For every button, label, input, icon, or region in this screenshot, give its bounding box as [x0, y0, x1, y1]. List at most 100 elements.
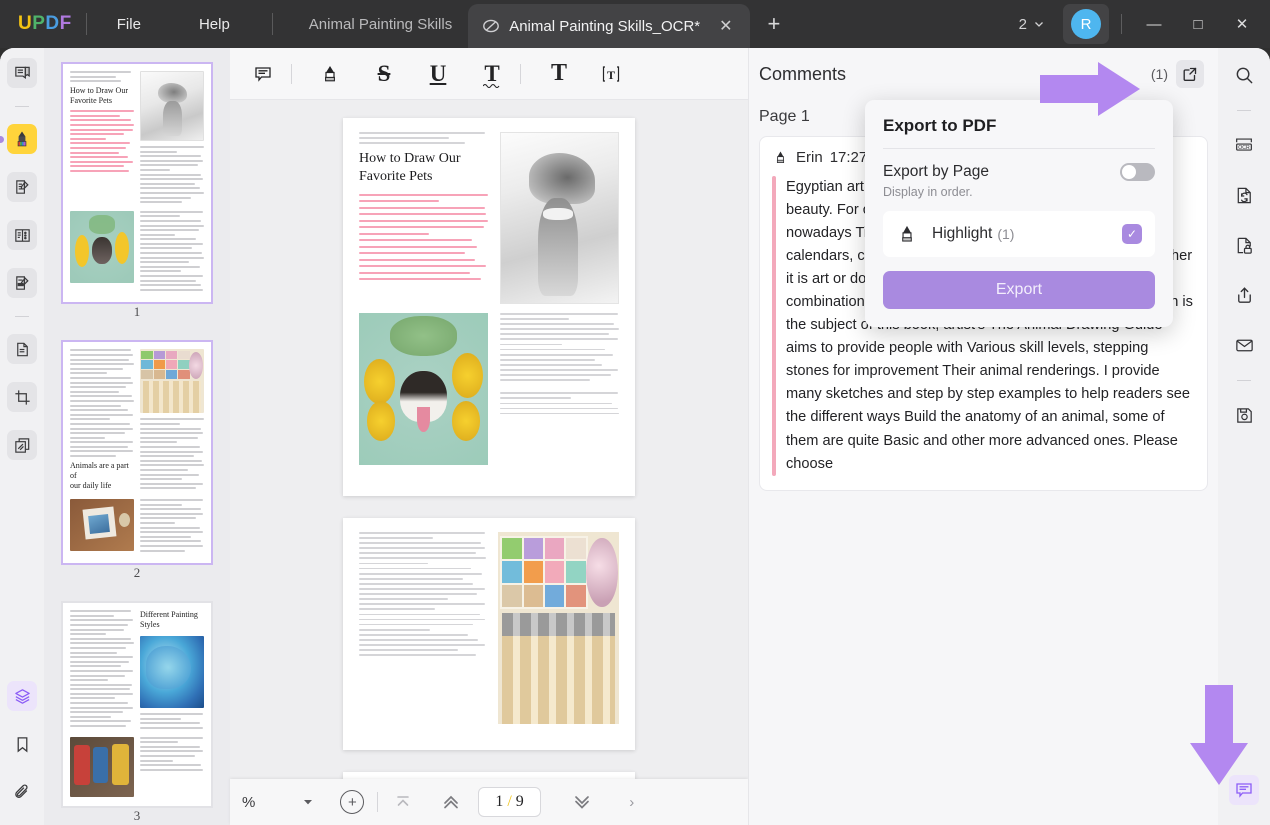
tool-squiggly[interactable]: T	[473, 57, 511, 91]
ocr-icon: OCR	[1236, 138, 1252, 151]
tool-sticky-note[interactable]	[244, 57, 282, 91]
divider	[377, 792, 379, 812]
divider	[15, 106, 29, 107]
sidebar-item-sign[interactable]	[7, 268, 37, 298]
close-button[interactable]: ✕	[1220, 4, 1264, 44]
right-item-protect[interactable]	[1229, 230, 1259, 260]
document-scroll-area[interactable]: How to Draw Our Favorite Pets	[230, 100, 748, 825]
zoom-level-label: %	[242, 793, 256, 811]
window-count-label: 2	[1018, 15, 1027, 33]
right-item-share[interactable]	[1229, 280, 1259, 310]
thumbnail-item[interactable]: Animals are a part of our daily life 2	[61, 340, 213, 581]
document-page-2[interactable]	[343, 518, 635, 750]
page-palette-brushes-image	[498, 532, 619, 724]
thumbnail-page-2[interactable]: Animals are a part of our daily life	[61, 340, 213, 566]
last-page-button[interactable]: ›	[615, 786, 649, 818]
tab-animal-painting-skills-ocr[interactable]: Animal Painting Skills_OCR* ✕	[468, 4, 750, 48]
right-item-email[interactable]	[1229, 330, 1259, 360]
thumbnail-palette-brushes-photo	[140, 349, 204, 495]
sidebar-item-crop[interactable]	[7, 382, 37, 412]
export-highlight-item[interactable]: Highlight (1) ✓	[883, 211, 1155, 257]
sidebar-item-layers[interactable]	[7, 681, 37, 711]
thumbnail-item[interactable]: How to Draw Our Favorite Pets 1	[61, 62, 213, 320]
prev-page-button[interactable]	[434, 786, 468, 818]
menu-help[interactable]: Help	[183, 10, 246, 39]
prev-page-icon	[444, 795, 459, 809]
svg-text:OCR: OCR	[1238, 145, 1250, 151]
divider	[291, 63, 292, 84]
menu-file[interactable]: File	[101, 10, 157, 39]
next-page-icon	[574, 796, 589, 809]
tab-close-icon[interactable]: ✕	[714, 14, 737, 38]
svg-text:T: T	[607, 68, 615, 82]
tool-strikethrough[interactable]: S	[365, 57, 403, 91]
plus-circle-icon: +	[340, 790, 365, 814]
title-bar: UPDF File Help Animal Painting Skills An…	[0, 0, 1270, 48]
text-box-icon: T	[602, 65, 620, 82]
tool-underline[interactable]: U	[419, 57, 457, 91]
tool-highlight[interactable]	[311, 57, 349, 91]
thumbnail-watercolor-photo	[140, 636, 204, 709]
export-highlight-checkbox[interactable]: ✓	[1122, 224, 1142, 244]
next-page-button[interactable]	[565, 786, 599, 818]
export-to-pdf-popup[interactable]: Export to PDF Export by Page Display in …	[865, 100, 1173, 327]
right-item-search[interactable]	[1229, 60, 1259, 90]
thumbnail-dog-sketch	[140, 71, 204, 206]
sidebar-item-bookmarks[interactable]	[7, 729, 37, 759]
divider	[520, 63, 521, 84]
left-sidebar	[0, 48, 44, 825]
page-number-input[interactable]: 1/9	[478, 787, 541, 817]
account-button[interactable]: R	[1063, 4, 1109, 44]
comment-icon	[255, 66, 271, 82]
sidebar-item-organize-pages[interactable]	[7, 220, 37, 250]
export-button[interactable]: Export	[883, 271, 1155, 309]
comments-export-button[interactable]	[1176, 60, 1204, 88]
document-page-1[interactable]: How to Draw Our Favorite Pets	[343, 118, 635, 496]
comments-title: Comments	[759, 63, 847, 84]
tool-strikethrough-label: S	[377, 60, 391, 86]
sidebar-item-edit-pdf[interactable]	[7, 172, 37, 202]
first-page-button[interactable]	[386, 786, 420, 818]
export-by-page-toggle[interactable]	[1120, 163, 1155, 181]
right-item-convert[interactable]	[1229, 180, 1259, 210]
thumbnail-page-3[interactable]: Different Painting Styles	[61, 601, 213, 808]
sidebar-item-convert[interactable]	[7, 334, 37, 364]
squiggly-underline-icon	[483, 83, 500, 88]
window-count-dropdown[interactable]: 2	[1011, 12, 1053, 37]
right-item-save[interactable]	[1229, 400, 1259, 430]
logo-letter-p: P	[32, 13, 46, 34]
thumbnail-item[interactable]: Different Painting Styles 3	[61, 601, 213, 823]
minimize-button[interactable]: —	[1132, 4, 1176, 44]
divider	[1237, 380, 1251, 381]
chevron-down-icon	[1035, 22, 1043, 27]
sidebar-item-compress[interactable]	[7, 430, 37, 460]
export-by-page-sublabel: Display in order.	[883, 185, 973, 199]
sidebar-item-reader[interactable]	[7, 58, 37, 88]
search-icon	[1236, 67, 1252, 83]
logo-letter-f: F	[59, 13, 72, 34]
thumbnail-dog-plate-photo	[70, 210, 134, 294]
highlighter-icon	[776, 151, 785, 163]
sidebar-item-attachments[interactable]	[7, 777, 37, 807]
total-pages-value: 9	[515, 793, 524, 810]
maximize-button[interactable]: □	[1176, 4, 1220, 44]
export-highlight-label: Highlight	[932, 225, 993, 242]
tab-animal-painting-skills[interactable]: Animal Painting Skills	[293, 0, 468, 48]
avatar: R	[1071, 9, 1101, 39]
zoom-dropdown-button[interactable]	[291, 786, 325, 818]
window-controls-group: 2 R — □ ✕	[1011, 4, 1270, 44]
divider	[85, 13, 87, 35]
new-tab-button[interactable]: +	[760, 9, 789, 39]
divider	[15, 316, 29, 317]
logo-letter-d: D	[45, 13, 60, 34]
right-item-ocr[interactable]: OCR	[1229, 130, 1259, 160]
thumbnail-number: 3	[133, 807, 141, 823]
thumbnail-painting-desk-photo	[70, 499, 134, 554]
tool-text[interactable]: T	[540, 57, 578, 91]
thumbnail-page-1[interactable]: How to Draw Our Favorite Pets	[61, 62, 213, 305]
sidebar-item-highlight[interactable]	[7, 124, 37, 154]
zoom-in-button[interactable]: +	[335, 786, 369, 818]
divider	[883, 148, 1155, 149]
thumbnail-panel[interactable]: How to Draw Our Favorite Pets 1 Animals …	[44, 48, 230, 825]
tool-text-box[interactable]: T	[592, 57, 630, 91]
